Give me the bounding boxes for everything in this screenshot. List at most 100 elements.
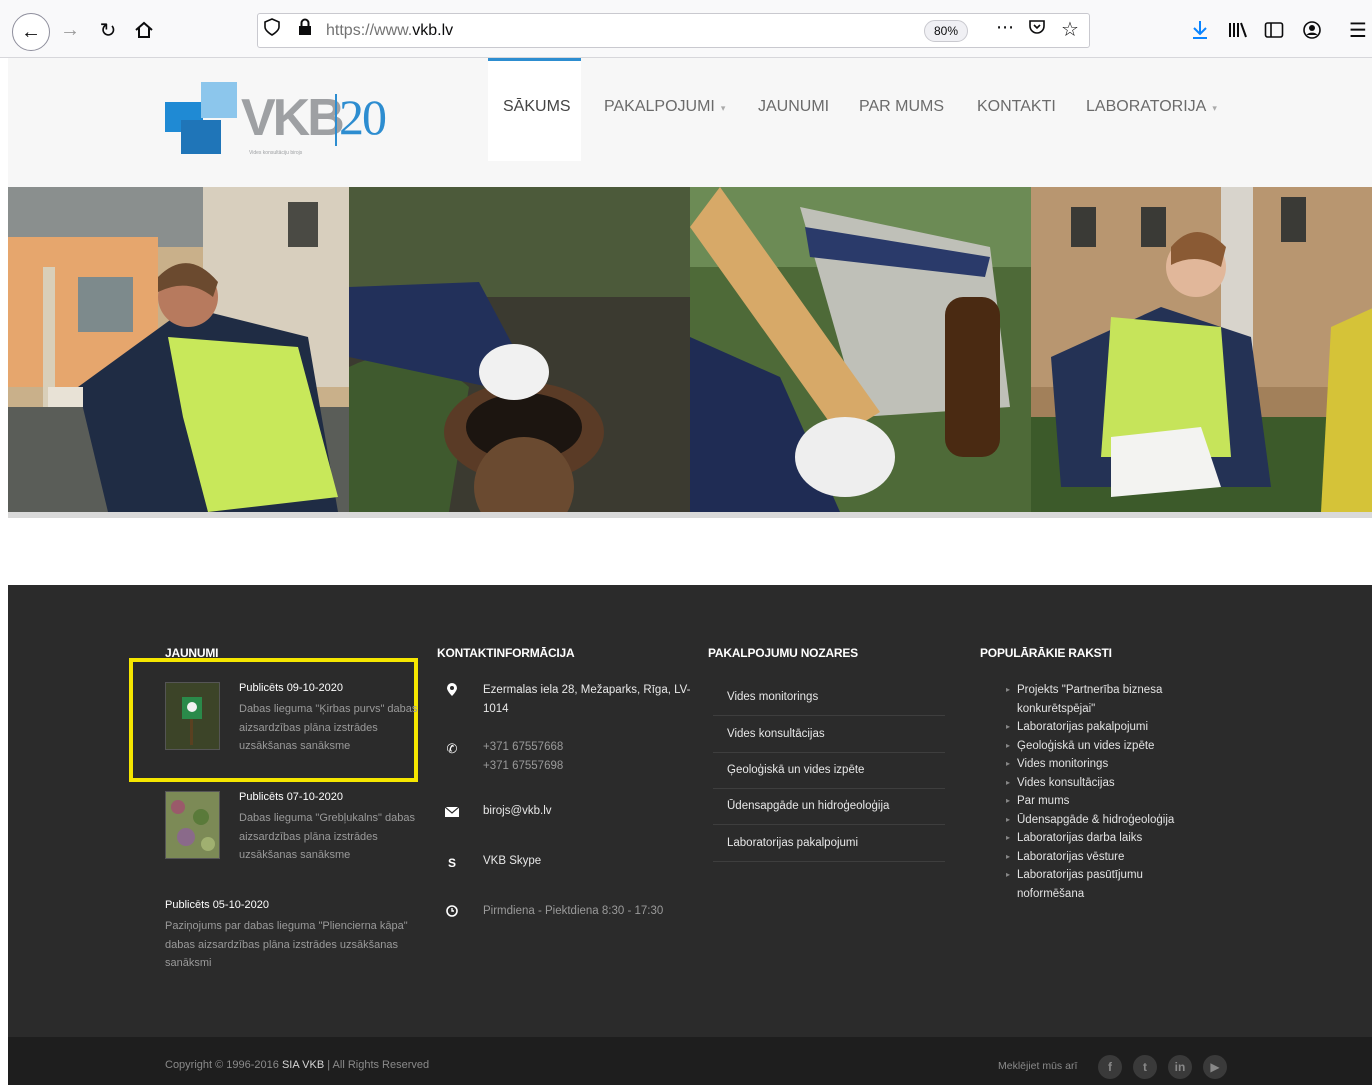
hero-photo-well-inspection bbox=[349, 187, 690, 512]
account-button[interactable] bbox=[1294, 12, 1330, 48]
phone-2[interactable]: +371 67557698 bbox=[483, 760, 563, 772]
contact-title: KONTAKTINFORMĀCIJA bbox=[437, 646, 575, 660]
envelope-icon bbox=[437, 804, 467, 823]
account-icon bbox=[1303, 21, 1321, 39]
library-icon bbox=[1229, 22, 1247, 38]
skype-icon: S bbox=[447, 856, 456, 870]
copyright-company[interactable]: SIA VKB bbox=[282, 1059, 324, 1071]
skype-link[interactable]: VKB Skype bbox=[483, 852, 703, 871]
hero-photo-worker-sampling bbox=[8, 187, 349, 512]
hero-photo-water-sample bbox=[690, 187, 1031, 512]
downloads-button[interactable] bbox=[1182, 12, 1218, 48]
facebook-icon[interactable]: f bbox=[1098, 1055, 1122, 1079]
news-text[interactable]: Dabas lieguma "Grebļukalns" dabas aizsar… bbox=[239, 809, 419, 865]
popular-item[interactable]: Par mums bbox=[1006, 792, 1206, 811]
social-label: Meklējiet mūs arī bbox=[998, 1060, 1078, 1072]
popular-item[interactable]: Laboratorijas darba laiks bbox=[1006, 829, 1206, 848]
copyright-bar: Copyright © 1996-2016 SIA VKB | All Righ… bbox=[8, 1037, 1372, 1085]
browser-toolbar: ← → ↻ https://www.vkb.lv 80% ⋯ ☆ ☰ bbox=[0, 0, 1372, 58]
service-link-vides-monitorings[interactable]: Vides monitorings bbox=[713, 679, 945, 716]
email-link[interactable]: birojs@vkb.lv bbox=[483, 802, 703, 821]
news-item[interactable]: Publicēts 09-10-2020 Dabas lieguma "Ķirb… bbox=[165, 682, 425, 762]
shield-icon[interactable] bbox=[264, 18, 280, 41]
popular-item[interactable]: Ūdensapgāde & hidroģeoloģija bbox=[1006, 811, 1206, 830]
phone-1[interactable]: +371 67557668 bbox=[483, 741, 563, 753]
nav-item-kontakti[interactable]: KONTAKTI bbox=[977, 98, 1056, 116]
url-domain: vkb.lv bbox=[412, 22, 454, 39]
popular-list: Projekts "Partnerība biznesa konkurētspē… bbox=[1006, 681, 1206, 903]
news-thumbnail[interactable] bbox=[165, 791, 220, 859]
service-link-laboratorija[interactable]: Laboratorijas pakalpojumi bbox=[713, 825, 945, 862]
menu-button[interactable]: ☰ bbox=[1340, 12, 1372, 48]
site-footer: JAUNUMI Publicēts 09-10-2020 Dabas liegu… bbox=[8, 585, 1372, 1037]
popular-item[interactable]: Vides monitorings bbox=[1006, 755, 1206, 774]
news-item[interactable]: Publicēts 07-10-2020 Dabas lieguma "Greb… bbox=[165, 791, 425, 871]
reload-icon: ↻ bbox=[99, 19, 117, 42]
nav-item-sakums[interactable]: SĀKUMS bbox=[503, 98, 571, 116]
home-icon bbox=[135, 21, 153, 38]
sidebar-button[interactable] bbox=[1256, 12, 1292, 48]
hero-divider bbox=[8, 512, 1372, 518]
site-logo[interactable]: VKB 20 Vides konsultāciju birojs bbox=[165, 78, 405, 158]
arrow-right-icon: → bbox=[60, 18, 80, 41]
nav-item-label: LABORATORIJA bbox=[1086, 98, 1207, 115]
news-date: Publicēts 09-10-2020 bbox=[239, 682, 343, 694]
sidebar-icon bbox=[1264, 22, 1284, 38]
popular-item[interactable]: Vides konsultācijas bbox=[1006, 774, 1206, 793]
news-date: Publicēts 05-10-2020 bbox=[165, 899, 269, 911]
news-item[interactable]: Publicēts 05-10-2020 Paziņojums par daba… bbox=[165, 899, 425, 979]
twitter-icon[interactable]: t bbox=[1133, 1055, 1157, 1079]
popular-item[interactable]: Ģeoloģiskā un vides izpēte bbox=[1006, 737, 1206, 756]
clock-icon bbox=[437, 904, 467, 923]
library-button[interactable] bbox=[1220, 12, 1256, 48]
nav-item-par-mums[interactable]: PAR MUMS bbox=[859, 98, 944, 116]
back-button[interactable]: ← bbox=[12, 13, 50, 51]
reload-button[interactable]: ↻ bbox=[90, 12, 126, 48]
service-link-geologiska-izpete[interactable]: Ģeoloģiskā un vides izpēte bbox=[713, 752, 945, 789]
logo-number: 20 bbox=[339, 89, 387, 145]
nav-item-jaunumi[interactable]: JAUNUMI bbox=[758, 98, 829, 116]
logo-separator bbox=[335, 94, 337, 146]
site-header: VKB 20 Vides konsultāciju birojs SĀKUMS … bbox=[8, 58, 1372, 187]
service-link-vides-konsultacijas[interactable]: Vides konsultācijas bbox=[713, 716, 945, 753]
phone-icon: ✆ bbox=[446, 741, 458, 756]
popular-item[interactable]: Projekts "Partnerība biznesa konkurētspē… bbox=[1006, 681, 1206, 718]
copyright-text: Copyright © 1996-2016 SIA VKB | All Righ… bbox=[165, 1059, 429, 1071]
forward-button[interactable]: → bbox=[52, 12, 88, 48]
zoom-level[interactable]: 80% bbox=[924, 20, 968, 42]
popular-title: POPULĀRĀKIE RAKSTI bbox=[980, 646, 1112, 660]
arrow-left-icon: ← bbox=[21, 20, 41, 43]
nav-item-label: PAKALPOJUMI bbox=[604, 98, 715, 115]
linkedin-icon[interactable]: in bbox=[1168, 1055, 1192, 1079]
address-text: Ezermalas iela 28, Mežaparks, Rīga, LV-1… bbox=[483, 684, 691, 715]
chevron-down-icon: ▾ bbox=[1212, 103, 1217, 113]
chevron-down-icon: ▾ bbox=[720, 103, 726, 113]
url-text: https://www.vkb.lv bbox=[326, 22, 453, 40]
map-pin-icon bbox=[437, 683, 467, 702]
copyright-suffix: | All Rights Reserved bbox=[327, 1059, 430, 1071]
news-text[interactable]: Paziņojums par dabas lieguma "Plienciern… bbox=[165, 917, 410, 973]
youtube-icon[interactable]: ▶ bbox=[1203, 1055, 1227, 1079]
phone-text[interactable]: +371 67557668 +371 67557698 bbox=[483, 738, 703, 775]
more-actions-icon[interactable]: ⋯ bbox=[996, 17, 1014, 38]
bookmark-star-icon[interactable]: ☆ bbox=[1061, 17, 1079, 42]
popular-item[interactable]: Laboratorijas pakalpojumi bbox=[1006, 718, 1206, 737]
service-link-udensapgade[interactable]: Ūdensapgāde un hidroģeoloģija bbox=[713, 788, 945, 825]
lock-icon[interactable] bbox=[298, 18, 312, 41]
popular-item[interactable]: Laboratorijas vēsture bbox=[1006, 848, 1206, 867]
news-thumbnail[interactable] bbox=[165, 682, 220, 750]
url-bar[interactable]: https://www.vkb.lv 80% ⋯ ☆ bbox=[257, 13, 1090, 48]
logo-name: VKB bbox=[241, 89, 345, 147]
hero-photo-field-notes bbox=[1031, 187, 1372, 512]
nav-item-laboratorija[interactable]: LABORATORIJA ▾ bbox=[1086, 98, 1217, 116]
news-text[interactable]: Dabas lieguma "Ķirbas purvs" dabas aizsa… bbox=[239, 700, 419, 756]
hours-text: Pirmdiena - Piektdiena 8:30 - 17:30 bbox=[483, 905, 664, 917]
logo-tagline: Vides konsultāciju birojs bbox=[249, 150, 303, 156]
hero-banner bbox=[8, 187, 1372, 512]
download-icon bbox=[1193, 21, 1207, 39]
home-button[interactable] bbox=[126, 12, 162, 48]
pocket-icon[interactable] bbox=[1028, 18, 1046, 41]
nav-item-pakalpojumi[interactable]: PAKALPOJUMI ▾ bbox=[604, 98, 725, 116]
url-prefix: https://www. bbox=[326, 22, 413, 39]
popular-item[interactable]: Laboratorijas pasūtījumu noformēšana bbox=[1006, 866, 1206, 903]
